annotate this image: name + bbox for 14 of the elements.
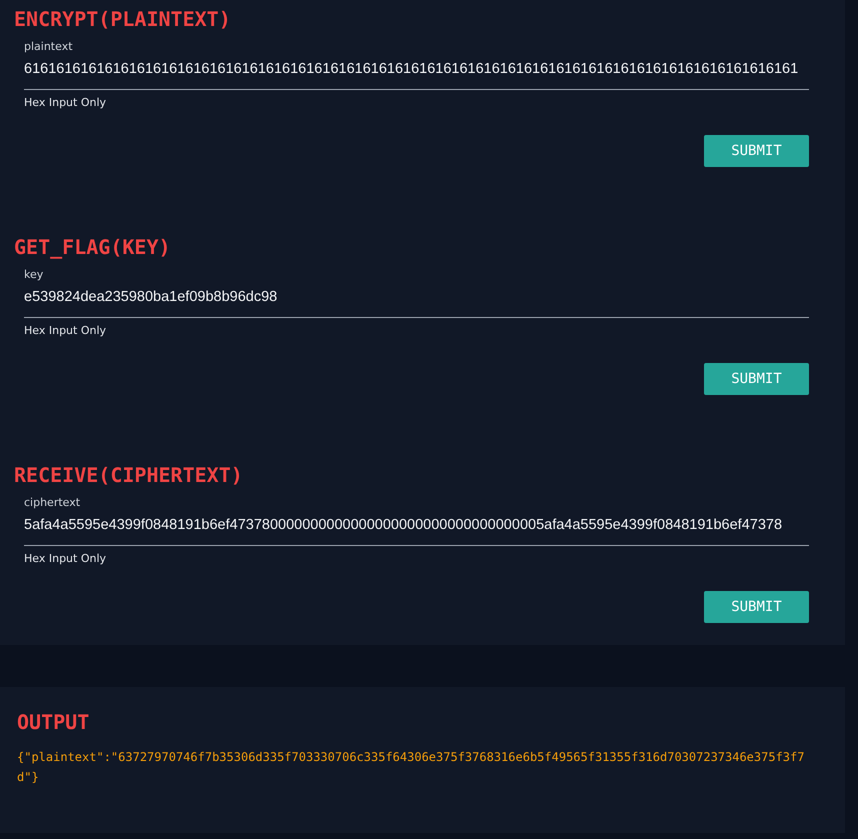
output-heading: OUTPUT [17, 709, 90, 736]
helper-text: Hex Input Only [24, 96, 108, 109]
hex-input-field[interactable]: e539824dea235980ba1ef09b8b96dc98 [24, 281, 809, 318]
section-heading: ENCRYPT(PLAINTEXT) [14, 6, 232, 33]
field-label: plaintext [24, 40, 74, 53]
helper-text: Hex Input Only [24, 552, 108, 565]
field-label: key [24, 268, 44, 281]
hex-input-field[interactable]: 616161616161616161616161616161616161616161616161616161616161616161616161616161616161616161616161 [24, 53, 809, 90]
section-heading: GET_FLAG(KEY) [14, 234, 172, 261]
helper-text: Hex Input Only [24, 324, 108, 337]
section-heading: RECEIVE(CIPHERTEXT) [14, 462, 244, 489]
field-label: ciphertext [24, 496, 82, 509]
hex-input-field[interactable]: 5afa4a5595e4399f0848191b6ef473780000000000000000000000000000000005afa4a5595e4399f0848191b6ef47378 [24, 509, 809, 546]
output-text: {"plaintext":"63727970746f7b35306d335f703330706c335f64306e375f3768316e6b5f49565f31355f316d70307237346e375f3f7d"} [17, 749, 806, 786]
